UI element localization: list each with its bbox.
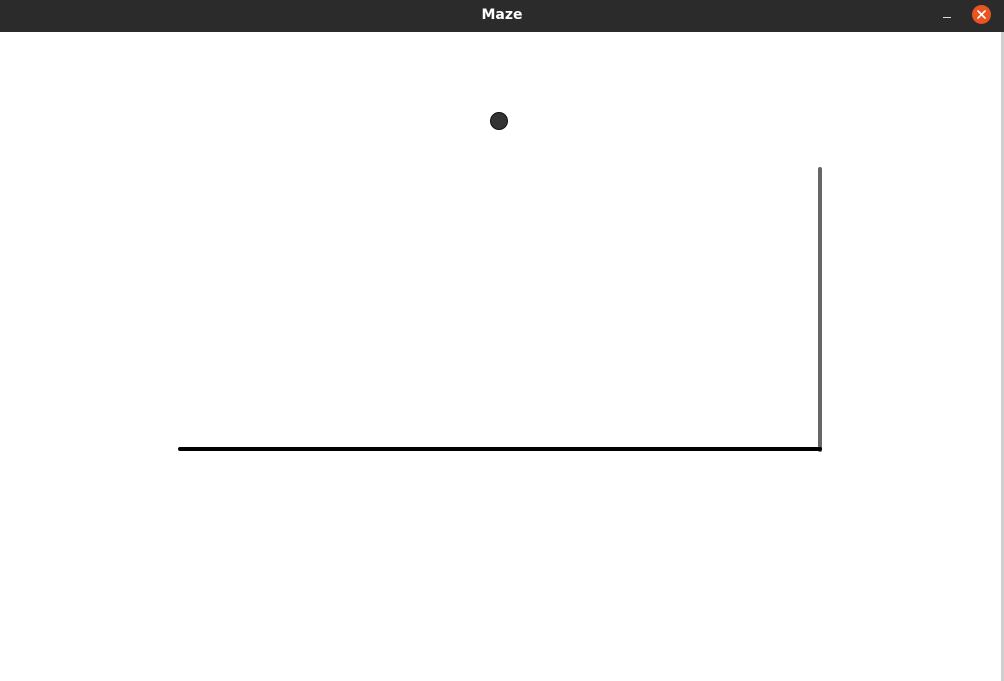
- close-button[interactable]: [972, 5, 991, 24]
- window-title: Maze: [481, 7, 523, 23]
- maze-board: [178, 112, 822, 452]
- minimize-button[interactable]: [937, 6, 957, 26]
- maze-canvas[interactable]: [0, 32, 1001, 681]
- title-bar[interactable]: Maze: [0, 0, 1004, 32]
- minimize-icon: [943, 17, 951, 18]
- app-window: Maze: [0, 0, 1004, 681]
- ball: [490, 112, 508, 130]
- close-icon: [977, 10, 986, 19]
